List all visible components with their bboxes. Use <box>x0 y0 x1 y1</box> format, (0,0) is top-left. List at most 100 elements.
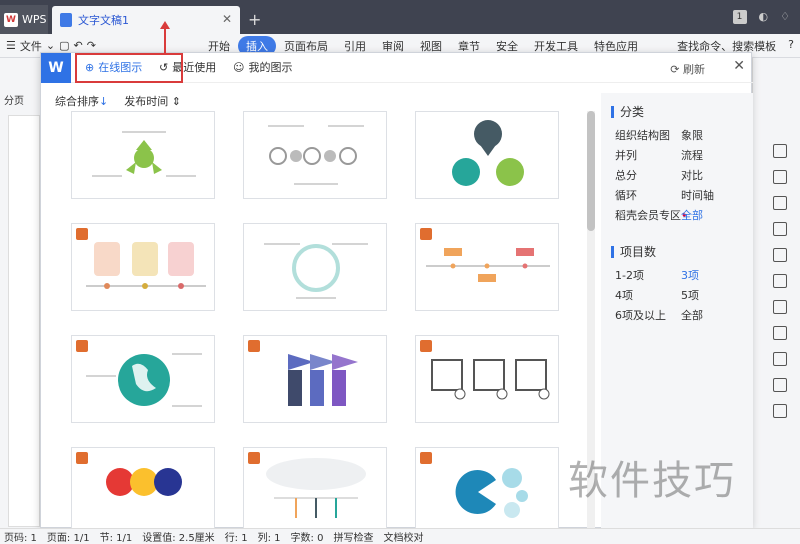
template-card[interactable] <box>415 447 559 535</box>
template-card[interactable] <box>71 447 215 535</box>
template-card[interactable] <box>71 335 215 423</box>
share-icon[interactable] <box>773 300 787 314</box>
premium-badge-icon <box>420 228 432 240</box>
globe-thumbnail <box>86 353 202 407</box>
help-side-icon[interactable] <box>773 404 787 418</box>
status-pages: 页面: 1/1 <box>46 533 90 544</box>
circles-row-thumbnail <box>268 125 364 185</box>
premium-badge-icon <box>420 452 432 464</box>
close-tab-icon[interactable]: ✕ <box>222 12 232 26</box>
proofread-button[interactable]: 文档校对 <box>383 529 423 544</box>
premium-badge-icon <box>76 452 88 464</box>
style-icon[interactable] <box>773 248 787 262</box>
category-flow[interactable]: 流程 <box>681 147 703 163</box>
world-map-thumbnail <box>266 458 366 518</box>
tab-my-diagrams[interactable]: ☺ 我的图示 <box>233 59 292 75</box>
new-tab-button[interactable]: + <box>248 10 261 29</box>
template-card[interactable] <box>415 335 559 423</box>
category-timeline[interactable]: 时间轴 <box>681 187 714 203</box>
shapes-icon[interactable] <box>773 196 787 210</box>
shirt-icon[interactable]: ♢ <box>780 10 790 24</box>
count-3[interactable]: 3项 <box>681 267 699 283</box>
help-icon[interactable]: ? <box>788 38 794 54</box>
hamburger-icon[interactable]: ☰ <box>6 39 16 52</box>
file-menu[interactable]: 文件 <box>20 38 42 54</box>
category-compare[interactable]: 对比 <box>681 167 703 183</box>
sort-row: 综合排序↓ 发布时间 ⇕ <box>55 93 181 109</box>
template-grid <box>71 111 601 535</box>
image-icon[interactable] <box>773 378 787 392</box>
premium-badge-icon <box>420 340 432 352</box>
template-card[interactable] <box>243 111 387 199</box>
count-1-2[interactable]: 1-2项 <box>615 267 644 283</box>
category-member[interactable]: 稻壳会员专区• <box>615 207 688 223</box>
count-5[interactable]: 5项 <box>681 287 699 303</box>
refresh-button[interactable]: ⟳ 刷新 <box>670 61 705 77</box>
template-card[interactable] <box>71 223 215 311</box>
template-card[interactable] <box>243 223 387 311</box>
backup-icon[interactable] <box>773 326 787 340</box>
user-icon: ☺ <box>233 60 245 74</box>
arrow-down-icon: ↓ <box>99 95 109 108</box>
category-quadrant[interactable]: 象限 <box>681 127 703 143</box>
cursor-icon[interactable] <box>773 170 787 184</box>
category-member-label: 稻壳会员专区 <box>615 209 681 222</box>
category-cycle[interactable]: 循环 <box>615 187 637 203</box>
category-parallel[interactable]: 并列 <box>615 147 637 163</box>
right-toolbar <box>752 58 800 528</box>
redo-icon[interactable]: ↷ <box>87 39 96 52</box>
template-card[interactable] <box>243 447 387 535</box>
bubbles-thumbnail <box>455 468 528 518</box>
star-icon[interactable] <box>773 274 787 288</box>
adjust-icon[interactable] <box>773 222 787 236</box>
scrollbar-thumb[interactable] <box>587 111 595 231</box>
window-count-badge[interactable]: 1 <box>732 10 747 24</box>
document-icon <box>60 13 72 27</box>
template-card[interactable] <box>415 111 559 199</box>
count-6-plus[interactable]: 6项及以上 <box>615 307 666 323</box>
triangle-cycle-thumbnail <box>92 131 196 177</box>
sort-comprehensive[interactable]: 综合排序↓ <box>55 93 108 109</box>
flags-thumbnail <box>288 354 358 406</box>
status-bar: 页码: 1 页面: 1/1 节: 1/1 设置值: 2.5厘米 行: 1 列: … <box>0 528 800 544</box>
sort-comprehensive-label: 综合排序 <box>55 95 99 108</box>
watermark-text: 软件技巧 <box>568 458 736 504</box>
title-bar: W WPS 文字文稿1 ✕ + 1 ◐ ♢ <box>0 0 800 34</box>
dialog-header: W ⊕ 在线图示 ↺ 最近使用 ☺ 我的图示 ⟳ 刷新 ✕ <box>41 21 753 83</box>
count-all[interactable]: 全部 <box>681 307 703 323</box>
status-col: 列: 1 <box>257 533 281 544</box>
undo-icon[interactable]: ↶ <box>74 39 83 52</box>
tab-my-diagrams-label: 我的图示 <box>248 61 293 74</box>
close-icon[interactable]: ✕ <box>733 58 745 74</box>
premium-badge-icon <box>248 340 260 352</box>
refresh-label: 刷新 <box>683 63 705 76</box>
template-card[interactable] <box>243 335 387 423</box>
premium-badge-icon <box>76 340 88 352</box>
pin-drops-thumbnail <box>452 120 524 186</box>
chevron-down-icon[interactable]: ⌄ <box>46 39 55 52</box>
template-card[interactable] <box>415 223 559 311</box>
template-card[interactable] <box>71 111 215 199</box>
tag-timeline-thumbnail <box>426 248 550 282</box>
wps-label: WPS <box>22 13 47 26</box>
count-4[interactable]: 4项 <box>615 287 633 303</box>
category-total[interactable]: 总分 <box>615 167 637 183</box>
category-org[interactable]: 组织结构图 <box>615 127 670 143</box>
spell-check-button[interactable]: 拼写检查 <box>333 529 373 544</box>
sort-publish-time[interactable]: 发布时间 ⇕ <box>124 93 181 109</box>
timeline-cards-thumbnail <box>86 242 206 289</box>
document-page[interactable] <box>8 115 40 527</box>
toolbox-icon[interactable] <box>773 352 787 366</box>
wps-logo-icon: W <box>4 12 18 27</box>
status-wordcount[interactable]: 字数: 0 <box>291 529 324 544</box>
wps-home-tab[interactable]: W WPS <box>0 5 48 34</box>
frames-thumbnail <box>431 359 550 400</box>
skin-icon[interactable]: ◐ <box>759 10 769 24</box>
status-page-number: 页码: 1 <box>4 533 37 544</box>
save-icon[interactable]: ▢ <box>59 39 69 52</box>
paging-button[interactable]: 分页 <box>4 92 24 107</box>
highlight-box <box>75 21 183 83</box>
pen-icon[interactable] <box>773 144 787 158</box>
document-tab[interactable]: 文字文稿1 ✕ <box>52 6 240 34</box>
category-all[interactable]: 全部 <box>681 207 703 223</box>
